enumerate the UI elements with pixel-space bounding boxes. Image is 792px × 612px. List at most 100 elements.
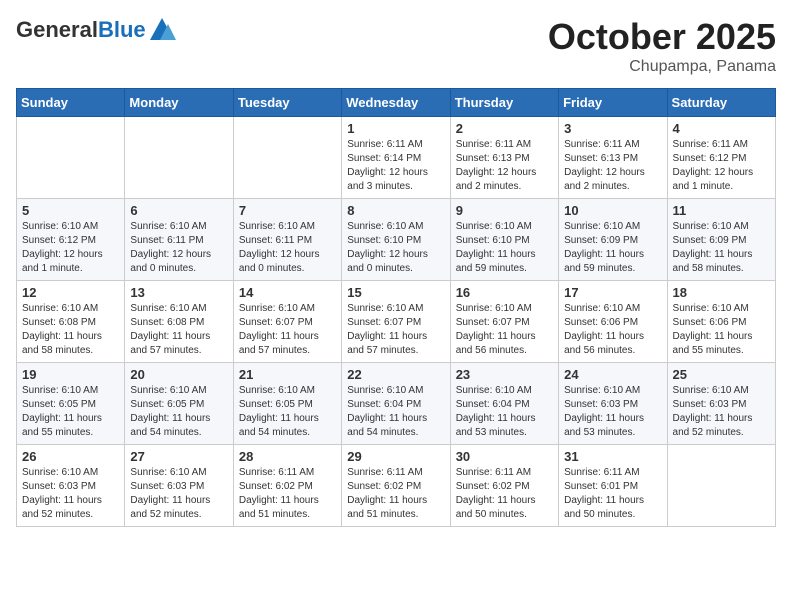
- day-info: Sunrise: 6:11 AM Sunset: 6:12 PM Dayligh…: [673, 138, 770, 194]
- logo-blue: Blue: [98, 17, 146, 42]
- day-number: 23: [456, 367, 553, 382]
- page: GeneralBlue October 2025 Chupampa, Panam…: [0, 0, 792, 543]
- day-number: 4: [673, 121, 770, 136]
- calendar-header: SundayMondayTuesdayWednesdayThursdayFrid…: [17, 89, 776, 117]
- calendar-cell: 30 Sunrise: 6:11 AM Sunset: 6:02 PM Dayli…: [450, 445, 558, 527]
- calendar-cell: [125, 117, 233, 199]
- calendar-cell: 9 Sunrise: 6:10 AM Sunset: 6:10 PM Daylig…: [450, 199, 558, 281]
- day-number: 10: [564, 203, 661, 218]
- calendar-cell: 4 Sunrise: 6:11 AM Sunset: 6:12 PM Daylig…: [667, 117, 775, 199]
- day-number: 25: [673, 367, 770, 382]
- calendar-cell: 24 Sunrise: 6:10 AM Sunset: 6:03 PM Dayli…: [559, 363, 667, 445]
- month-title: October 2025: [548, 16, 776, 58]
- day-number: 16: [456, 285, 553, 300]
- day-number: 6: [130, 203, 227, 218]
- day-info: Sunrise: 6:10 AM Sunset: 6:04 PM Dayligh…: [456, 384, 553, 440]
- day-info: Sunrise: 6:10 AM Sunset: 6:05 PM Dayligh…: [239, 384, 336, 440]
- calendar-cell: 22Sunrise: 6:10 AM Sunset: 6:04 PM Dayli…: [342, 363, 450, 445]
- logo-text: GeneralBlue: [16, 16, 176, 44]
- day-info: Sunrise: 6:10 AM Sunset: 6:10 PM Dayligh…: [347, 220, 444, 276]
- calendar-cell: 13 Sunrise: 6:10 AM Sunset: 6:08 PM Dayli…: [125, 281, 233, 363]
- day-info: Sunrise: 6:11 AM Sunset: 6:13 PM Dayligh…: [456, 138, 553, 194]
- day-number: 7: [239, 203, 336, 218]
- calendar-cell: [17, 117, 125, 199]
- day-number: 24: [564, 367, 661, 382]
- day-info: Sunrise: 6:10 AM Sunset: 6:04 PM Dayligh…: [347, 384, 444, 440]
- weekday-header-wednesday: Wednesday: [342, 89, 450, 117]
- day-number: 1: [347, 121, 444, 136]
- calendar-week-row: 26 Sunrise: 6:10 AM Sunset: 6:03 PM Dayli…: [17, 445, 776, 527]
- day-info: Sunrise: 6:11 AM Sunset: 6:02 PM Dayligh…: [456, 466, 553, 522]
- weekday-row: SundayMondayTuesdayWednesdayThursdayFrid…: [17, 89, 776, 117]
- day-info: Sunrise: 6:11 AM Sunset: 6:01 PM Dayligh…: [564, 466, 661, 522]
- day-number: 15: [347, 285, 444, 300]
- calendar-cell: 7 Sunrise: 6:10 AM Sunset: 6:11 PM Daylig…: [233, 199, 341, 281]
- calendar-cell: 31Sunrise: 6:11 AM Sunset: 6:01 PM Dayli…: [559, 445, 667, 527]
- calendar-cell: 23 Sunrise: 6:10 AM Sunset: 6:04 PM Dayli…: [450, 363, 558, 445]
- day-info: Sunrise: 6:10 AM Sunset: 6:11 PM Dayligh…: [239, 220, 336, 276]
- day-info: Sunrise: 6:10 AM Sunset: 6:03 PM Dayligh…: [673, 384, 770, 440]
- calendar-cell: 6Sunrise: 6:10 AM Sunset: 6:11 PM Daylig…: [125, 199, 233, 281]
- day-info: Sunrise: 6:10 AM Sunset: 6:07 PM Dayligh…: [239, 302, 336, 358]
- logo-general: General: [16, 17, 98, 42]
- day-info: Sunrise: 6:10 AM Sunset: 6:08 PM Dayligh…: [130, 302, 227, 358]
- day-info: Sunrise: 6:10 AM Sunset: 6:10 PM Dayligh…: [456, 220, 553, 276]
- calendar-cell: 27Sunrise: 6:10 AM Sunset: 6:03 PM Dayli…: [125, 445, 233, 527]
- calendar-week-row: 5 Sunrise: 6:10 AM Sunset: 6:12 PM Daylig…: [17, 199, 776, 281]
- calendar-cell: 8 Sunrise: 6:10 AM Sunset: 6:10 PM Daylig…: [342, 199, 450, 281]
- day-info: Sunrise: 6:11 AM Sunset: 6:02 PM Dayligh…: [347, 466, 444, 522]
- day-info: Sunrise: 6:10 AM Sunset: 6:12 PM Dayligh…: [22, 220, 119, 276]
- day-info: Sunrise: 6:10 AM Sunset: 6:08 PM Dayligh…: [22, 302, 119, 358]
- calendar-cell: 29 Sunrise: 6:11 AM Sunset: 6:02 PM Dayli…: [342, 445, 450, 527]
- day-info: Sunrise: 6:10 AM Sunset: 6:05 PM Dayligh…: [22, 384, 119, 440]
- day-number: 9: [456, 203, 553, 218]
- calendar-cell: 11Sunrise: 6:10 AM Sunset: 6:09 PM Dayli…: [667, 199, 775, 281]
- day-number: 29: [347, 449, 444, 464]
- day-number: 3: [564, 121, 661, 136]
- day-number: 12: [22, 285, 119, 300]
- calendar-cell: 12 Sunrise: 6:10 AM Sunset: 6:08 PM Dayli…: [17, 281, 125, 363]
- day-number: 11: [673, 203, 770, 218]
- location: Chupampa, Panama: [548, 58, 776, 76]
- calendar-cell: 14 Sunrise: 6:10 AM Sunset: 6:07 PM Dayli…: [233, 281, 341, 363]
- calendar-cell: [667, 445, 775, 527]
- title-block: October 2025 Chupampa, Panama: [548, 16, 776, 76]
- day-number: 14: [239, 285, 336, 300]
- day-info: Sunrise: 6:10 AM Sunset: 6:03 PM Dayligh…: [22, 466, 119, 522]
- calendar-cell: 21Sunrise: 6:10 AM Sunset: 6:05 PM Dayli…: [233, 363, 341, 445]
- day-number: 20: [130, 367, 227, 382]
- calendar-table: SundayMondayTuesdayWednesdayThursdayFrid…: [16, 88, 776, 527]
- day-info: Sunrise: 6:10 AM Sunset: 6:07 PM Dayligh…: [347, 302, 444, 358]
- day-number: 13: [130, 285, 227, 300]
- weekday-header-friday: Friday: [559, 89, 667, 117]
- day-info: Sunrise: 6:10 AM Sunset: 6:09 PM Dayligh…: [564, 220, 661, 276]
- calendar-body: 1 Sunrise: 6:11 AM Sunset: 6:14 PM Daylig…: [17, 117, 776, 527]
- logo: GeneralBlue: [16, 16, 176, 44]
- calendar-cell: 10 Sunrise: 6:10 AM Sunset: 6:09 PM Dayli…: [559, 199, 667, 281]
- day-number: 27: [130, 449, 227, 464]
- day-info: Sunrise: 6:11 AM Sunset: 6:14 PM Dayligh…: [347, 138, 444, 194]
- day-info: Sunrise: 6:10 AM Sunset: 6:07 PM Dayligh…: [456, 302, 553, 358]
- calendar-cell: 25 Sunrise: 6:10 AM Sunset: 6:03 PM Dayli…: [667, 363, 775, 445]
- calendar-cell: 16 Sunrise: 6:10 AM Sunset: 6:07 PM Dayli…: [450, 281, 558, 363]
- calendar-cell: 26 Sunrise: 6:10 AM Sunset: 6:03 PM Dayli…: [17, 445, 125, 527]
- day-number: 28: [239, 449, 336, 464]
- day-info: Sunrise: 6:10 AM Sunset: 6:06 PM Dayligh…: [564, 302, 661, 358]
- day-number: 8: [347, 203, 444, 218]
- day-info: Sunrise: 6:10 AM Sunset: 6:03 PM Dayligh…: [564, 384, 661, 440]
- calendar-cell: [233, 117, 341, 199]
- day-number: 19: [22, 367, 119, 382]
- day-number: 30: [456, 449, 553, 464]
- calendar-cell: 18Sunrise: 6:10 AM Sunset: 6:06 PM Dayli…: [667, 281, 775, 363]
- day-number: 17: [564, 285, 661, 300]
- calendar-cell: 3Sunrise: 6:11 AM Sunset: 6:13 PM Daylig…: [559, 117, 667, 199]
- weekday-header-saturday: Saturday: [667, 89, 775, 117]
- day-number: 18: [673, 285, 770, 300]
- calendar-week-row: 19 Sunrise: 6:10 AM Sunset: 6:05 PM Dayli…: [17, 363, 776, 445]
- calendar-week-row: 12 Sunrise: 6:10 AM Sunset: 6:08 PM Dayli…: [17, 281, 776, 363]
- calendar-cell: 2Sunrise: 6:11 AM Sunset: 6:13 PM Daylig…: [450, 117, 558, 199]
- calendar-cell: 1 Sunrise: 6:11 AM Sunset: 6:14 PM Daylig…: [342, 117, 450, 199]
- calendar-cell: 20Sunrise: 6:10 AM Sunset: 6:05 PM Dayli…: [125, 363, 233, 445]
- day-number: 26: [22, 449, 119, 464]
- day-number: 5: [22, 203, 119, 218]
